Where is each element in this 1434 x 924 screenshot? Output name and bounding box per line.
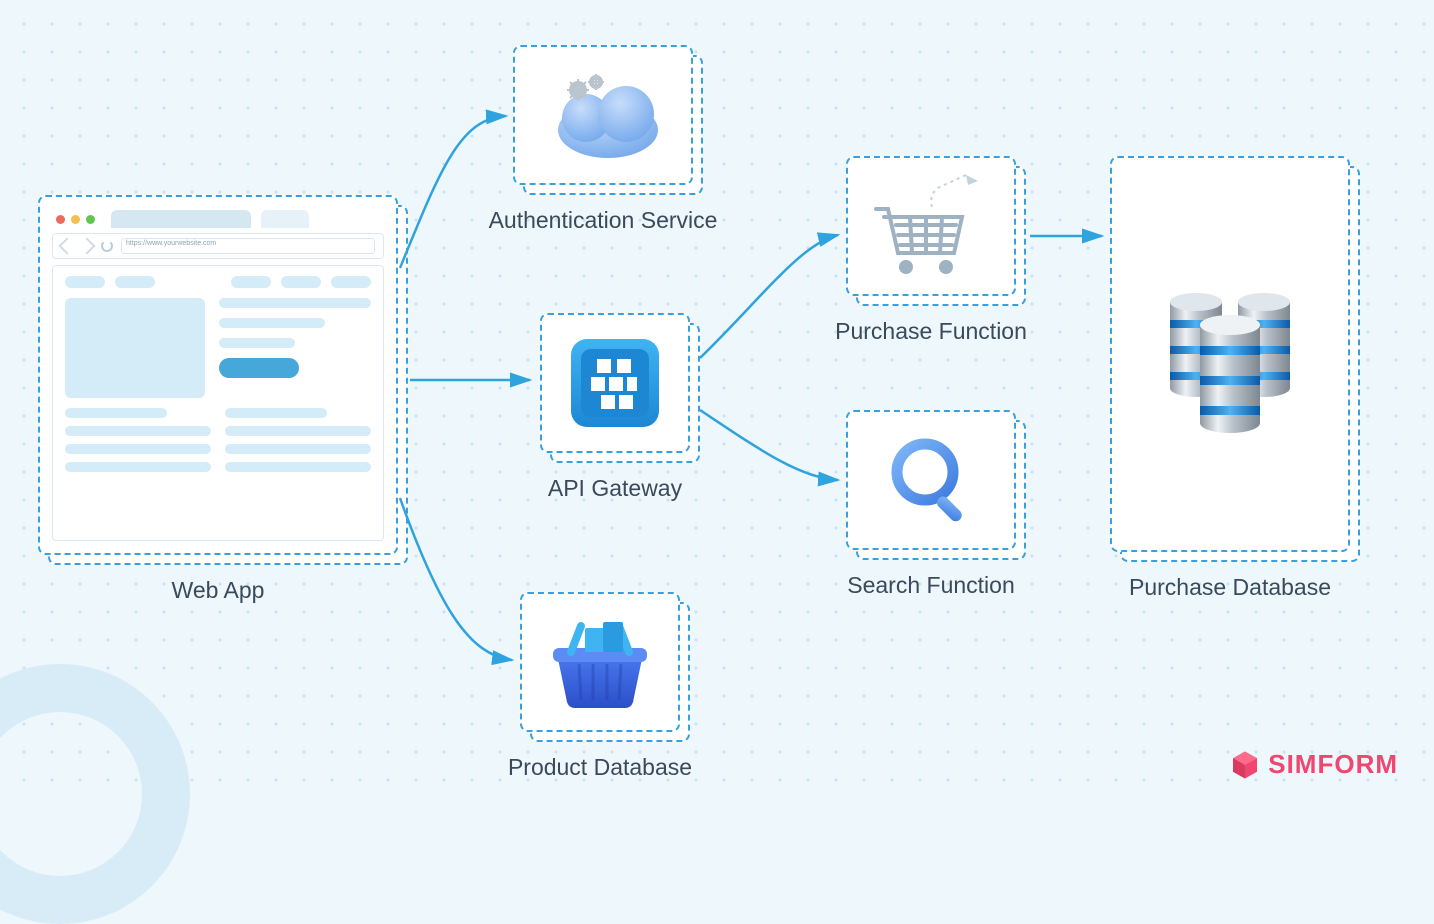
basket-icon (545, 612, 655, 712)
node-label: Purchase Function (821, 318, 1041, 345)
node-label: Web App (38, 577, 398, 604)
node-label: Search Function (831, 572, 1031, 599)
node-label: Purchase Database (1100, 574, 1360, 601)
brand-icon (1230, 750, 1260, 780)
url-text: https://www.yourwebsite.com (121, 238, 375, 254)
api-block-icon (567, 335, 663, 431)
node-label: Authentication Service (473, 207, 733, 234)
browser-window-icon: https://www.yourwebsite.com (48, 205, 388, 545)
node-web-app: https://www.yourwebsite.com (38, 195, 398, 555)
node-api-gateway: API Gateway (540, 313, 690, 453)
brand-watermark: SIMFORM (1230, 749, 1398, 780)
db-cluster-icon (1140, 264, 1320, 444)
node-purchase-function: Purchase Function (846, 156, 1016, 296)
node-authentication-service: Authentication Service (513, 45, 693, 185)
node-product-database: Product Database (520, 592, 680, 732)
node-purchase-database: Purchase Database (1110, 156, 1350, 552)
node-label: API Gateway (540, 475, 690, 502)
cloud-gears-icon (538, 68, 668, 163)
node-search-function: Search Function (846, 410, 1016, 550)
brand-name: SIMFORM (1268, 749, 1398, 780)
shopping-cart-icon (866, 171, 996, 281)
node-label: Product Database (500, 754, 700, 781)
magnifier-icon (881, 430, 981, 530)
